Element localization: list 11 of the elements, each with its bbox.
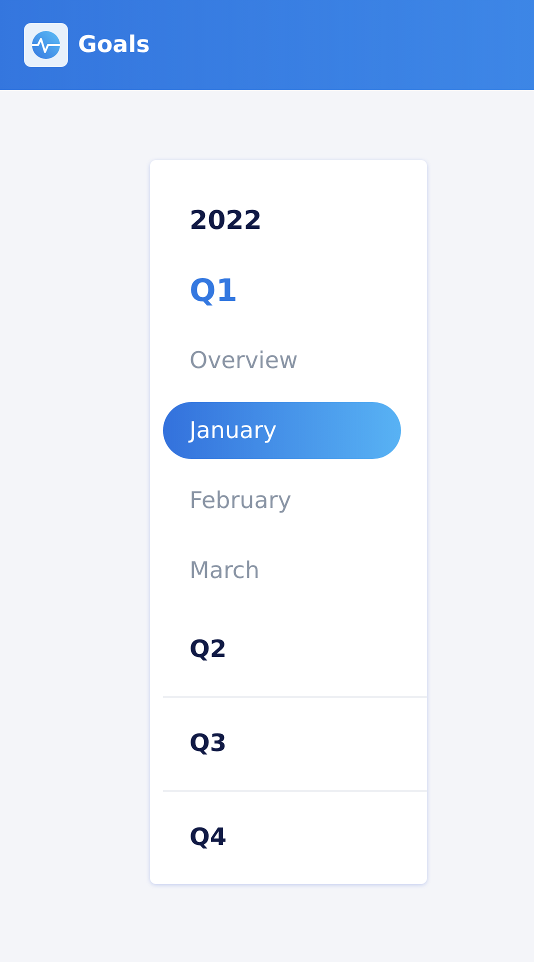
quarter-heading[interactable]: Q4 (162, 814, 426, 860)
quarter-heading[interactable]: Q1 (162, 256, 426, 326)
month-item[interactable]: March (162, 542, 400, 599)
year-heading: 2022 (188, 205, 263, 238)
app-title: Goals (78, 32, 150, 58)
quarter-heading[interactable]: Q3 (162, 720, 426, 766)
pulse-icon (24, 23, 68, 67)
month-item[interactable]: January (162, 402, 400, 459)
quarter-heading[interactable]: Q2 (162, 626, 426, 672)
month-item[interactable]: February (162, 472, 400, 529)
month-item[interactable]: Overview (162, 332, 400, 389)
